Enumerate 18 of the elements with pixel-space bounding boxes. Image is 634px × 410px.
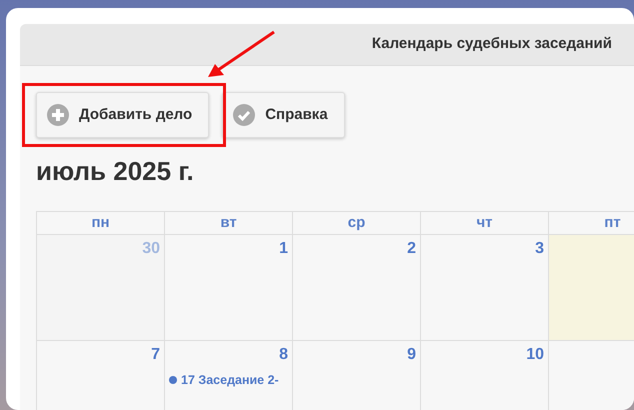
month-title: июль 2025 г. [36, 155, 195, 188]
day-number[interactable]: 7 [151, 343, 160, 367]
day-number[interactable]: 1 [279, 237, 288, 261]
page-title: Календарь судебных заседаний [372, 34, 612, 54]
event-entry[interactable]: 17 Заседание 2- [169, 371, 288, 390]
weekday-header: чт [421, 212, 549, 235]
add-case-button[interactable]: Добавить дело [36, 92, 210, 138]
help-button[interactable]: Справка [222, 92, 345, 138]
plus-icon [47, 104, 69, 126]
dot-icon [169, 376, 177, 384]
day-number[interactable]: 8 [279, 343, 288, 367]
day-number[interactable]: 9 [407, 343, 416, 367]
check-icon [233, 104, 256, 126]
weekday-header: ср [293, 212, 421, 235]
day-number[interactable]: 2 [407, 237, 416, 261]
weekday-header: вт [165, 212, 293, 235]
day-number[interactable]: 10 [526, 343, 544, 367]
day-number[interactable]: 3 [535, 237, 544, 261]
